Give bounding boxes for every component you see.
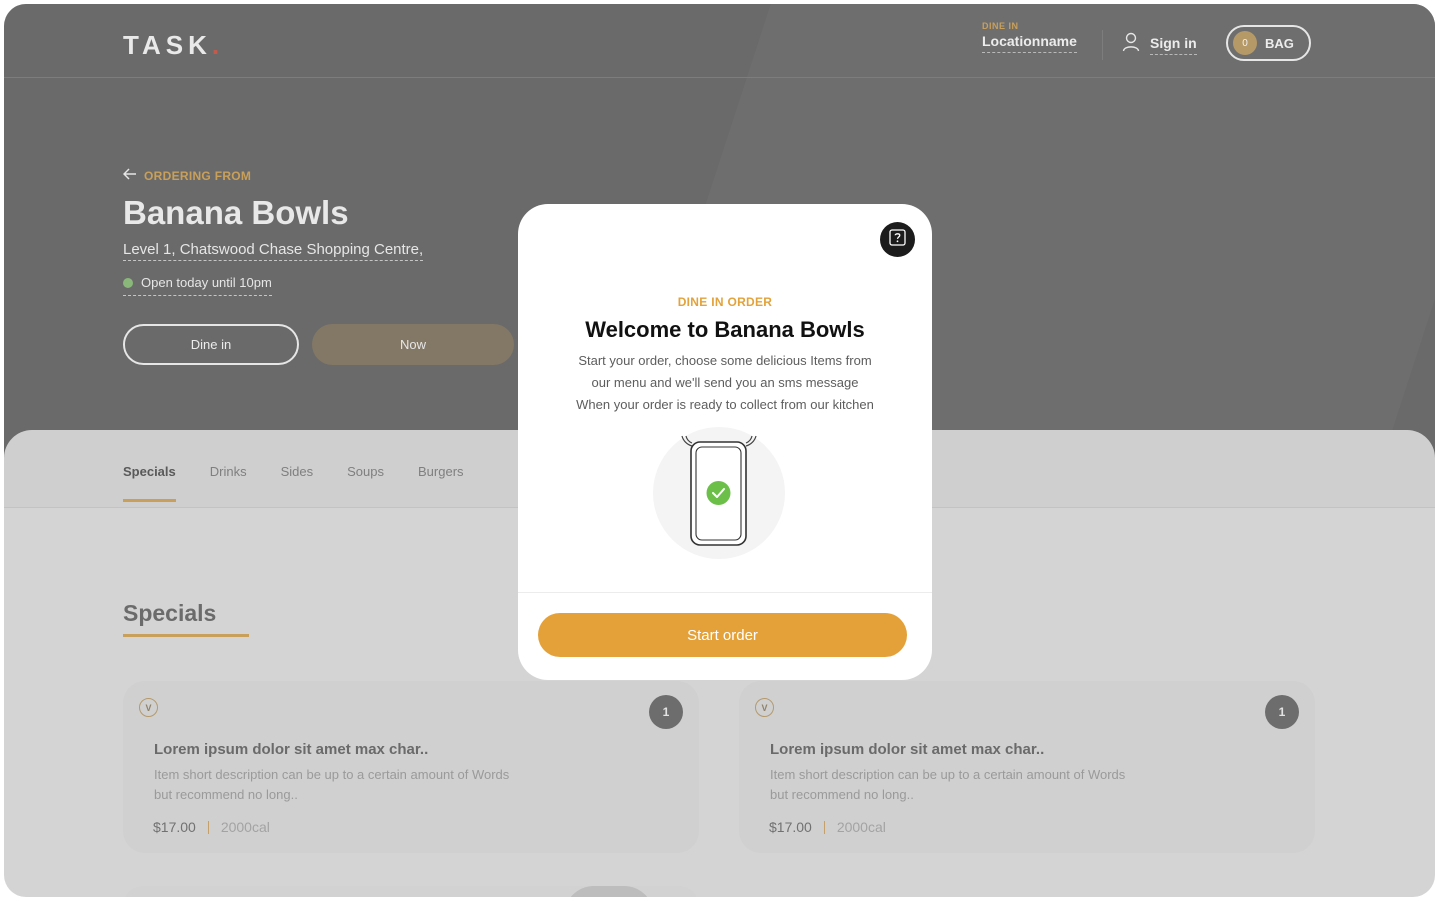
item-price-row: $17.00 2000cal: [153, 819, 270, 835]
location-selector[interactable]: DINE IN Locationname: [982, 21, 1077, 53]
tab-drinks[interactable]: Drinks: [210, 464, 247, 479]
bag-count-badge: 0: [1233, 31, 1257, 55]
item-calories: 2000cal: [220, 819, 270, 835]
logo-dot: .: [211, 30, 225, 60]
order-time-now-button[interactable]: Now: [312, 324, 514, 365]
start-order-button[interactable]: Start order: [538, 613, 907, 657]
modal-divider: [518, 592, 932, 593]
restaurant-address[interactable]: Level 1, Chatswood Chase Shopping Centre…: [123, 241, 424, 261]
tab-sides[interactable]: Sides: [281, 464, 314, 479]
item-description: Item short description can be up to a ce…: [154, 767, 510, 802]
quantity-badge: 1: [1265, 695, 1299, 729]
arrow-left-icon: [122, 167, 137, 185]
menu-item-card[interactable]: V 1 Lorem ipsum dolor sit amet max char.…: [123, 681, 699, 853]
top-navigation: TASK. DINE IN Locationname Sign in 0 BAG: [4, 4, 1435, 78]
help-button[interactable]: [880, 222, 915, 257]
price-separator: [823, 820, 825, 834]
item-price-row: $17.00 2000cal: [769, 819, 886, 835]
quantity-badge: 1: [649, 695, 683, 729]
ordering-from-label: ORDERING FROM: [144, 169, 252, 183]
nav-divider: [1102, 30, 1103, 60]
bag-label: BAG: [1265, 35, 1294, 51]
vegetarian-badge: V: [139, 698, 158, 717]
user-icon: [1122, 32, 1140, 57]
modal-title: Welcome to Banana Bowls: [585, 317, 865, 342]
item-title: Lorem ipsum dolor sit amet max char..: [154, 741, 429, 758]
help-icon: [889, 228, 906, 251]
modal-description-line: Start your order, choose some delicious …: [578, 353, 872, 368]
tab-specials[interactable]: Specials: [123, 464, 176, 502]
phone-check-icon: [652, 426, 786, 567]
modal-description: Start your order, choose some delicious …: [558, 350, 892, 416]
dine-in-button[interactable]: Dine in: [123, 324, 299, 365]
sign-in-link[interactable]: Sign in: [1122, 32, 1197, 57]
tab-burgers[interactable]: Burgers: [418, 464, 464, 479]
tab-soups[interactable]: Soups: [347, 464, 384, 479]
dine-in-welcome-modal: DINE IN ORDER Welcome to Banana Bowls St…: [518, 204, 932, 680]
vegetarian-badge: V: [755, 698, 774, 717]
logo[interactable]: TASK.: [123, 30, 224, 61]
bag-button[interactable]: 0 BAG: [1226, 25, 1311, 61]
back-to-restaurants[interactable]: ORDERING FROM: [122, 167, 252, 185]
logo-text: TASK: [123, 30, 212, 60]
menu-item-card[interactable]: V 1 Lorem ipsum dolor sit amet max char.…: [739, 681, 1315, 853]
item-price: $17.00: [153, 819, 196, 835]
section-title: Specials: [123, 600, 217, 626]
sign-in-label: Sign in: [1150, 35, 1197, 55]
opening-hours-text: Open today until 10pm: [141, 275, 272, 290]
modal-description-line: When your order is ready to collect from…: [576, 397, 874, 412]
section-underline: [123, 634, 249, 637]
item-calories: 2000cal: [836, 819, 886, 835]
price-separator: [207, 820, 209, 834]
item-title: Lorem ipsum dolor sit amet max char..: [770, 741, 1045, 758]
open-status-dot: [123, 277, 133, 288]
opening-hours[interactable]: Open today until 10pm: [123, 275, 272, 296]
item-price: $17.00: [769, 819, 812, 835]
modal-description-line: our menu and we'll send you an sms messa…: [591, 375, 859, 390]
item-description: Item short description can be up to a ce…: [770, 767, 1126, 802]
modal-kicker: DINE IN ORDER: [677, 295, 773, 309]
restaurant-name: Banana Bowls: [123, 194, 349, 231]
location-name[interactable]: Locationname: [982, 33, 1077, 53]
dine-mode-label: DINE IN: [982, 21, 1019, 31]
